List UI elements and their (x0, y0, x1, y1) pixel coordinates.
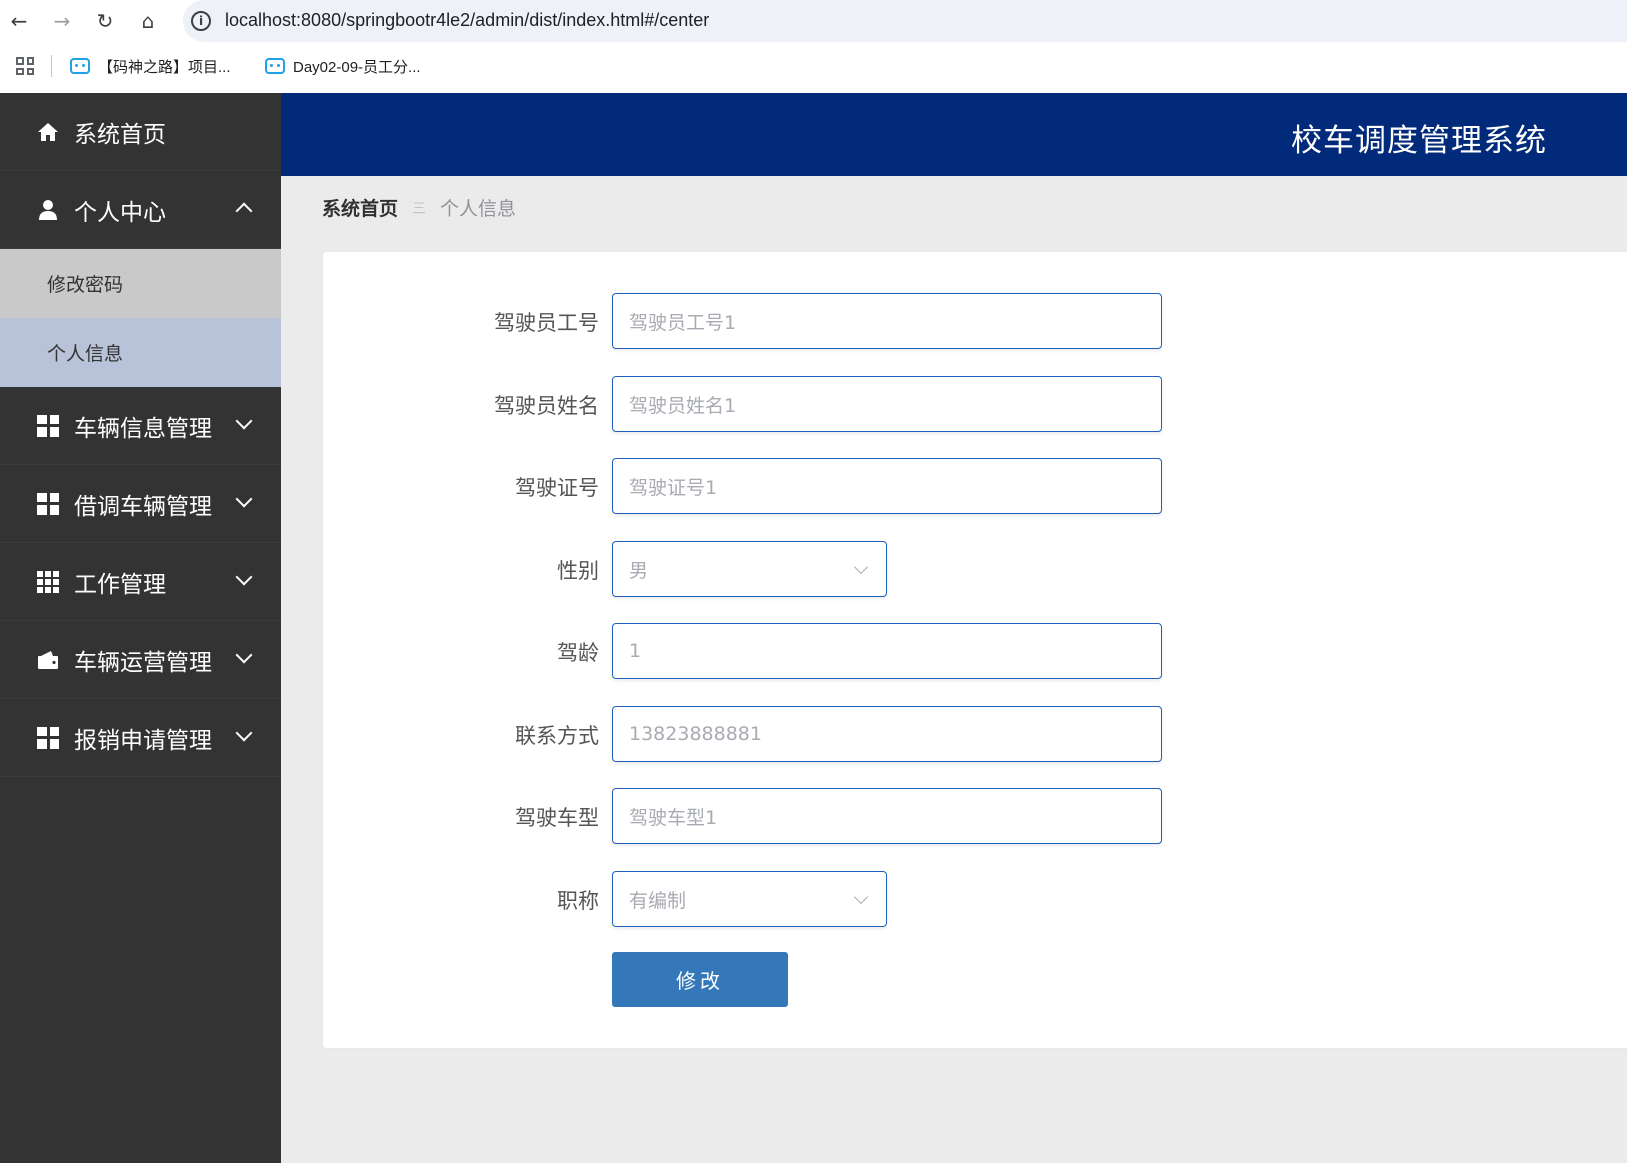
breadcrumb-separator: 三 (412, 200, 427, 217)
wallet-icon (38, 650, 58, 669)
breadcrumb-home[interactable]: 系统首页 (322, 194, 398, 221)
back-icon[interactable]: ← (6, 8, 32, 34)
field-label: 驾驶证号 (515, 476, 599, 500)
sidebar-item-personal-center[interactable]: 个人中心 (0, 171, 281, 249)
user-icon (39, 199, 57, 220)
sidebar-item-label: 系统首页 (74, 121, 166, 148)
sidebar-item-vehicle-ops[interactable]: 车辆运营管理 (0, 621, 281, 699)
chevron-down-icon (853, 889, 869, 905)
bookmark-2-label: Day02-09-员工分... (293, 58, 421, 76)
chevron-down-icon (235, 646, 253, 664)
driver-id-input[interactable]: 驾驶员工号1 (612, 293, 1162, 349)
field-label: 驾驶员工号 (494, 311, 599, 335)
apps-icon[interactable] (16, 57, 34, 75)
app-header: 校车调度管理系统 (281, 93, 1627, 176)
sidebar-item-label: 借调车辆管理 (74, 493, 212, 520)
form-row-vehicle-type: 驾驶车型 驾驶车型1 (323, 788, 1223, 844)
grid9-icon (37, 570, 59, 593)
home-icon (38, 122, 58, 141)
form-row-driver-id: 驾驶员工号 驾驶员工号1 (323, 293, 1223, 349)
address-bar[interactable]: i localhost:8080/springbootr4le2/admin/d… (183, 0, 1627, 42)
url-text[interactable]: localhost:8080/springbootr4le2/admin/dis… (225, 10, 709, 31)
form-row-contact: 联系方式 13823888881 (323, 706, 1223, 762)
job-title-select-value: 有编制 (629, 889, 687, 912)
browser-toolbar: ← → ↻ ⌂ i localhost:8080/springbootr4le2… (0, 0, 1627, 43)
bilibili-icon (70, 58, 90, 74)
sidebar-item-label: 个人中心 (74, 199, 166, 226)
chevron-down-icon (853, 559, 869, 575)
form-row-title: 职称 有编制 (323, 871, 1223, 927)
bookmarks-divider (51, 55, 52, 77)
bookmark-1-label: 【码神之路】项目... (98, 58, 231, 76)
form-row-driver-name: 驾驶员姓名 驾驶员姓名1 (323, 376, 1223, 432)
sidebar-item-label: 报销申请管理 (74, 727, 212, 754)
sidebar-item-work[interactable]: 工作管理 (0, 543, 281, 621)
sidebar-item-home[interactable]: 系统首页 (0, 93, 281, 171)
sidebar-item-label: 车辆信息管理 (74, 415, 212, 442)
reload-icon[interactable]: ↻ (92, 8, 118, 34)
chevron-down-icon (235, 412, 253, 430)
forward-icon[interactable]: → (49, 8, 75, 34)
vehicle-type-input[interactable]: 驾驶车型1 (612, 788, 1162, 844)
chevron-up-icon (235, 202, 253, 220)
field-label: 驾龄 (557, 641, 599, 665)
field-label: 性别 (557, 559, 599, 583)
sidebar-item-reimbursement[interactable]: 报销申请管理 (0, 699, 281, 777)
form-row-license-no: 驾驶证号 驾驶证号1 (323, 458, 1223, 514)
field-label: 职称 (557, 889, 599, 913)
gender-select[interactable]: 男 (612, 541, 887, 597)
breadcrumb: 系统首页 三 个人信息 (322, 194, 516, 221)
form-row-driving-years: 驾龄 1 (323, 623, 1223, 679)
chevron-down-icon (235, 490, 253, 508)
sidebar-item-label: 车辆运营管理 (74, 649, 212, 676)
grid-icon (37, 726, 59, 749)
bilibili-icon (265, 58, 285, 74)
sidebar: 系统首页 个人中心 修改密码 个人信息 车辆信息管理 借调车辆管理 工作管理 车… (0, 93, 281, 1163)
site-info-icon[interactable]: i (191, 11, 211, 31)
app-title: 校车调度管理系统 (1291, 123, 1547, 159)
modify-button[interactable]: 修改 (612, 952, 788, 1007)
field-label: 驾驶车型 (515, 806, 599, 830)
bookmark-1[interactable]: 【码神之路】项目... (70, 55, 231, 77)
grid-icon (37, 492, 59, 515)
job-title-select[interactable]: 有编制 (612, 871, 887, 927)
field-label: 驾驶员姓名 (494, 394, 599, 418)
bookmarks-bar: 【码神之路】项目... Day02-09-员工分... (0, 43, 1627, 93)
field-label: 联系方式 (515, 724, 599, 748)
breadcrumb-current: 个人信息 (440, 198, 517, 220)
sidebar-item-vehicle-loan[interactable]: 借调车辆管理 (0, 465, 281, 543)
gender-select-value: 男 (629, 559, 649, 582)
sidebar-item-vehicle-info[interactable]: 车辆信息管理 (0, 387, 281, 465)
home-browser-icon[interactable]: ⌂ (135, 8, 161, 34)
sidebar-subitem-personal-info[interactable]: 个人信息 (0, 318, 281, 387)
chevron-down-icon (235, 568, 253, 586)
sidebar-subitem-change-password[interactable]: 修改密码 (0, 249, 281, 318)
chevron-down-icon (235, 724, 253, 742)
grid-icon (37, 414, 59, 437)
license-number-input[interactable]: 驾驶证号1 (612, 458, 1162, 514)
contact-input[interactable]: 13823888881 (612, 706, 1162, 762)
sidebar-item-label: 工作管理 (74, 571, 166, 598)
bookmark-2[interactable]: Day02-09-员工分... (265, 55, 421, 77)
personal-info-form: 驾驶员工号 驾驶员工号1 驾驶员姓名 驾驶员姓名1 驾驶证号 驾驶证号1 性别 … (322, 251, 1627, 1049)
form-row-gender: 性别 男 (323, 541, 1223, 597)
driving-years-input[interactable]: 1 (612, 623, 1162, 679)
driver-name-input[interactable]: 驾驶员姓名1 (612, 376, 1162, 432)
